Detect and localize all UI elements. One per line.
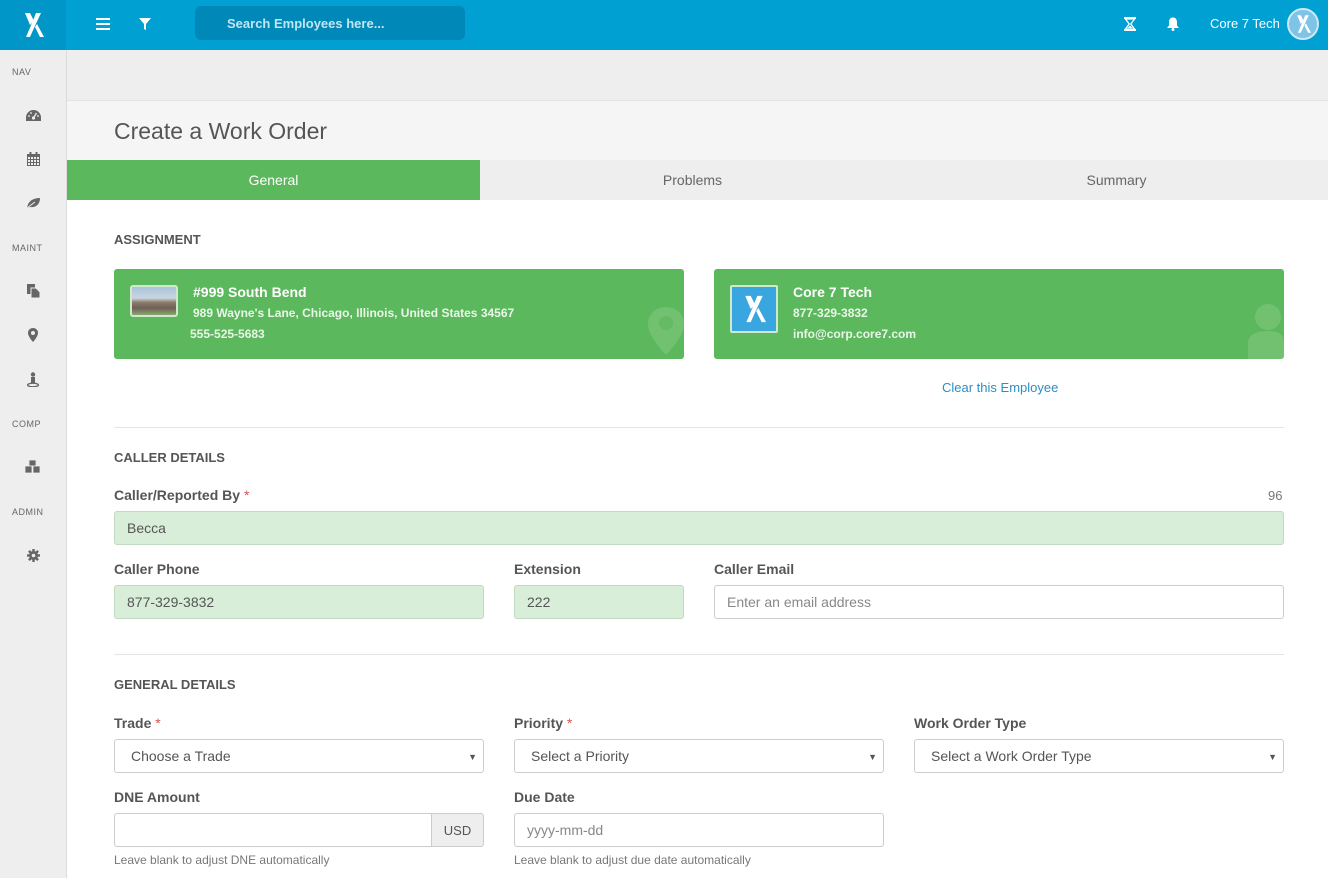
employee-logo	[730, 285, 778, 333]
priority-label: Priority *	[514, 715, 572, 731]
employee-email: info@corp.core7.com	[793, 327, 917, 341]
section-divider	[114, 654, 1284, 655]
location-name: #999 South Bend	[193, 284, 307, 300]
filter-button[interactable]	[137, 14, 153, 34]
extension-label: Extension	[514, 561, 581, 577]
tab-summary[interactable]: Summary	[905, 160, 1328, 200]
dne-amount-label: DNE Amount	[114, 789, 200, 805]
top-bar: Core 7 Tech	[0, 0, 1328, 50]
dne-amount-input[interactable]	[114, 813, 432, 847]
logo-x-icon	[25, 13, 44, 37]
bell-icon	[1167, 17, 1179, 31]
gear-icon	[26, 548, 40, 562]
required-marker: *	[155, 715, 161, 731]
required-marker: *	[243, 487, 250, 503]
map-marker-icon	[28, 328, 38, 342]
clear-employee-link[interactable]: Clear this Employee	[942, 380, 1058, 395]
dne-help-text: Leave blank to adjust DNE automatically	[114, 853, 330, 867]
sidebar-section-comp: COMP	[12, 419, 41, 429]
map-marker-watermark-icon	[648, 307, 684, 355]
sidebar-item-locations[interactable]	[25, 327, 41, 343]
employee-logo-x-icon	[745, 295, 766, 323]
reported-by-label-text: Caller/Reported By	[114, 487, 241, 503]
sidebar-item-components[interactable]	[25, 459, 41, 475]
due-date-label: Due Date	[514, 789, 575, 805]
user-avatar[interactable]	[1287, 8, 1319, 40]
location-card[interactable]: #999 South Bend 989 Wayne's Lane, Chicag…	[114, 269, 684, 359]
work-order-type-label: Work Order Type	[914, 715, 1027, 731]
user-name[interactable]: Core 7 Tech	[1210, 16, 1280, 31]
caret-down-icon: ▼	[1268, 752, 1277, 762]
search-employees-input[interactable]	[195, 6, 465, 40]
dashboard-icon	[25, 110, 41, 121]
filter-icon	[139, 18, 151, 30]
toolbar-band	[67, 50, 1328, 101]
menu-button[interactable]	[94, 14, 112, 34]
location-photo	[130, 285, 178, 317]
location-phone: 555-525-5683	[190, 327, 265, 341]
sidebar-item-dashboard[interactable]	[25, 108, 41, 124]
page-header: Create a Work Order	[67, 101, 1328, 160]
menu-icon	[96, 18, 110, 30]
sidebar: NAV MAINT COMP ADMIN	[0, 50, 67, 878]
char-counter: 96	[1268, 488, 1283, 503]
due-date-input[interactable]	[514, 813, 884, 847]
priority-select[interactable]: Select a Priority ▼	[514, 739, 884, 773]
employee-phone: 877-329-3832	[793, 306, 868, 320]
sidebar-item-leaf[interactable]	[25, 195, 41, 211]
sidebar-item-documents[interactable]	[25, 283, 41, 299]
reported-by-input[interactable]	[114, 511, 1284, 545]
priority-label-text: Priority	[514, 715, 564, 731]
cubes-icon	[25, 460, 41, 474]
sidebar-item-calendar[interactable]	[25, 151, 41, 167]
trade-select[interactable]: Choose a Trade ▼	[114, 739, 484, 773]
caller-section-title: CALLER DETAILS	[114, 450, 225, 465]
person-icon	[27, 371, 39, 387]
section-divider	[114, 427, 1284, 428]
tab-bar: General Problems Summary	[67, 160, 1328, 200]
notifications-button[interactable]	[1164, 14, 1182, 34]
priority-select-value: Select a Priority	[531, 748, 630, 764]
work-order-type-select[interactable]: Select a Work Order Type ▼	[914, 739, 1284, 773]
calendar-icon	[26, 152, 40, 166]
caller-email-label: Caller Email	[714, 561, 795, 577]
general-section-title: GENERAL DETAILS	[114, 677, 236, 692]
caller-phone-label: Caller Phone	[114, 561, 200, 577]
leaf-icon	[26, 198, 40, 209]
app-logo[interactable]	[0, 0, 66, 50]
trade-label: Trade *	[114, 715, 161, 731]
hourglass-button[interactable]	[1121, 14, 1139, 34]
trade-select-value: Choose a Trade	[131, 748, 231, 764]
caret-down-icon: ▼	[868, 752, 877, 762]
work-order-type-select-value: Select a Work Order Type	[931, 748, 1092, 764]
sidebar-item-settings[interactable]	[25, 547, 41, 563]
due-date-help-text: Leave blank to adjust due date automatic…	[514, 853, 751, 867]
employee-card[interactable]: Core 7 Tech 877-329-3832 info@corp.core7…	[714, 269, 1284, 359]
required-marker: *	[566, 715, 573, 731]
sidebar-section-nav: NAV	[12, 67, 32, 77]
sidebar-item-people[interactable]	[25, 371, 41, 387]
extension-input[interactable]	[514, 585, 684, 619]
caller-email-input[interactable]	[714, 585, 1284, 619]
user-watermark-icon	[1248, 304, 1284, 359]
sidebar-section-admin: ADMIN	[12, 507, 44, 517]
location-address: 989 Wayne's Lane, Chicago, Illinois, Uni…	[193, 306, 515, 320]
trade-label-text: Trade	[114, 715, 152, 731]
reported-by-label: Caller/Reported By *	[114, 487, 249, 503]
avatar-x-icon	[1297, 15, 1311, 33]
assignment-section-title: ASSIGNMENT	[114, 232, 201, 247]
caret-down-icon: ▼	[468, 752, 477, 762]
caller-phone-input[interactable]	[114, 585, 484, 619]
currency-addon: USD	[431, 813, 484, 847]
tab-general[interactable]: General	[67, 160, 480, 200]
employee-name: Core 7 Tech	[793, 284, 873, 300]
page-title: Create a Work Order	[114, 118, 328, 144]
hourglass-icon	[1124, 17, 1136, 31]
tab-problems[interactable]: Problems	[480, 160, 905, 200]
sidebar-section-maint: MAINT	[12, 243, 43, 253]
documents-icon	[26, 284, 40, 298]
